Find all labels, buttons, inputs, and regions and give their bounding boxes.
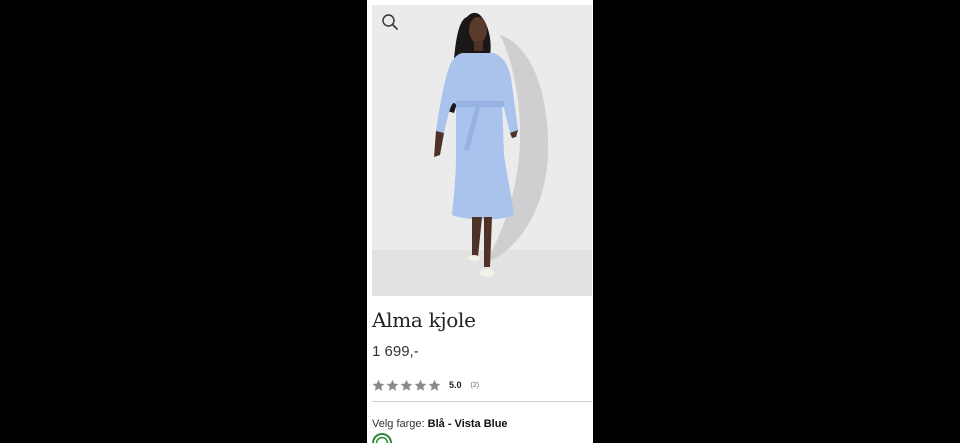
color-swatch-icon[interactable] — [372, 433, 392, 443]
product-image[interactable] — [372, 5, 592, 296]
rating-stars — [372, 379, 442, 392]
star-icon — [428, 379, 441, 391]
product-photo-illustration — [372, 5, 592, 296]
product-title: Alma kjole — [372, 308, 476, 332]
star-icon — [414, 379, 427, 391]
divider — [372, 401, 592, 402]
color-selector-label: Velg farge: Blå - Vista Blue — [372, 418, 508, 430]
star-icon — [386, 379, 399, 391]
color-label: Velg farge: — [372, 418, 425, 430]
product-rating[interactable]: 5.0 (2) — [372, 377, 479, 393]
product-price: 1 699,- — [372, 343, 419, 360]
review-count[interactable]: (2) — [471, 382, 480, 389]
selected-color: Blå - Vista Blue — [427, 418, 508, 430]
star-icon — [372, 379, 385, 391]
star-icon — [400, 379, 413, 391]
product-panel: Alma kjole 1 699,- 5.0 (2) Velg farge: B… — [367, 0, 593, 443]
search-icon[interactable] — [381, 13, 399, 31]
rating-score: 5.0 — [449, 380, 462, 390]
